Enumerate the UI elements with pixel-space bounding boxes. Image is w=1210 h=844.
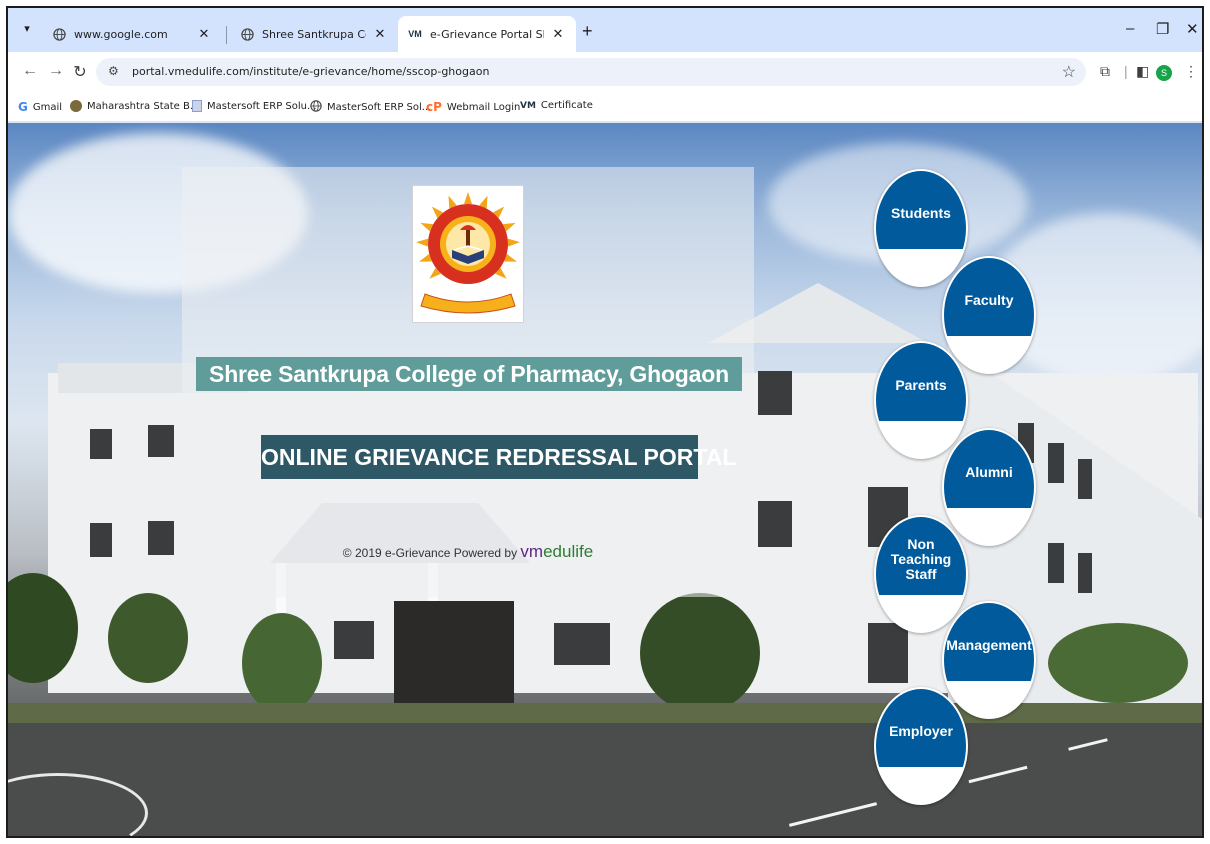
emblem-icon <box>70 100 82 112</box>
page-background: Shree Santkrupa College of Pharmacy, Gho… <box>8 123 1202 836</box>
menu-label: Employer <box>889 723 953 740</box>
building-window <box>148 521 174 555</box>
url-text: portal.vmedulife.com/institute/e-grievan… <box>132 65 490 78</box>
building-window <box>90 429 112 459</box>
copyright-text: © 2019 e-Grievance Powered by <box>342 546 518 560</box>
document-icon <box>192 100 202 112</box>
side-panel-icon[interactable]: ◧ <box>1136 63 1149 80</box>
college-name: Shree Santkrupa College of Pharmacy, Gho… <box>196 357 742 391</box>
reload-icon[interactable]: ↻ <box>70 62 90 82</box>
building-window <box>1048 443 1064 483</box>
sanstha-emblem-icon <box>416 192 520 314</box>
menu-label: Alumni <box>965 464 1013 481</box>
road <box>8 723 1202 836</box>
restore-icon[interactable]: ❐ <box>1156 20 1169 38</box>
building-window <box>758 371 792 415</box>
extensions-icon[interactable]: ⧉ <box>1100 63 1110 80</box>
cpanel-icon: cP <box>426 100 442 114</box>
vmedulife-logo-a[interactable]: vm <box>520 542 543 561</box>
close-icon[interactable]: ✕ <box>550 26 566 42</box>
tree <box>108 593 188 683</box>
bookmark-label: Mastersoft ERP Solu... <box>207 100 317 112</box>
tree <box>640 593 760 713</box>
bookmark-certificate[interactable]: VM Certificate <box>520 100 593 111</box>
address-bar[interactable]: ⚙ portal.vmedulife.com/institute/e-griev… <box>96 58 1086 86</box>
tab-strip: ▾ www.google.com ✕ Shree Santkrupa Colle… <box>8 8 1202 52</box>
bookmark-mastersoft-2[interactable]: MasterSoft ERP Sol... <box>310 100 431 115</box>
tab-title: Shree Santkrupa College of Pha <box>262 27 366 41</box>
tab-title: www.google.com <box>74 27 168 41</box>
tab-title: e-Grievance Portal Shree Santk <box>430 27 544 41</box>
vmedulife-icon: VM <box>408 29 422 39</box>
building-window <box>148 425 174 457</box>
building-window <box>1048 543 1064 583</box>
bookmark-label: MasterSoft ERP Sol... <box>327 102 432 113</box>
building-window <box>554 623 610 665</box>
tab-search-chevron-icon[interactable]: ▾ <box>18 20 36 38</box>
close-icon[interactable]: ✕ <box>196 26 212 42</box>
college-logo <box>412 185 524 323</box>
building-window <box>868 623 908 683</box>
tab-egrievance[interactable]: VM e-Grievance Portal Shree Santk ✕ <box>398 16 576 52</box>
vmedulife-icon: VM <box>520 100 536 111</box>
portal-title: ONLINE GRIEVANCE REDRESSAL PORTAL <box>261 435 736 479</box>
close-icon[interactable]: ✕ <box>372 26 388 42</box>
bookmark-gmail[interactable]: G Gmail <box>18 100 62 114</box>
google-g-icon: G <box>18 100 28 114</box>
entrance-door <box>394 601 514 711</box>
bookmark-webmail[interactable]: cP Webmail Login <box>426 100 520 114</box>
tab-college[interactable]: Shree Santkrupa College of Pha ✕ <box>230 16 398 52</box>
vmedulife-logo-b[interactable]: edulife <box>543 542 593 561</box>
menu-label: Management <box>946 637 1032 654</box>
tree <box>242 613 322 713</box>
menu-label: Non Teaching Staff <box>890 536 952 583</box>
menu-label: Parents <box>895 377 947 394</box>
globe-icon <box>52 27 66 41</box>
bookmark-label: Webmail Login <box>446 101 521 113</box>
building-window <box>1078 459 1092 499</box>
browser-window: ▾ www.google.com ✕ Shree Santkrupa Colle… <box>6 6 1204 838</box>
hero-panel: Shree Santkrupa College of Pharmacy, Gho… <box>182 167 754 597</box>
menu-label: Students <box>891 205 951 222</box>
tree <box>1048 623 1188 703</box>
site-info-icon[interactable]: ⚙ <box>108 64 119 78</box>
bookmark-star-icon[interactable]: ☆ <box>1062 62 1076 82</box>
browser-toolbar: ← → ↻ ⚙ portal.vmedulife.com/institute/e… <box>8 52 1202 92</box>
globe-icon <box>240 27 254 41</box>
tab-google[interactable]: www.google.com ✕ <box>42 16 222 52</box>
powered-by-footer: © 2019 e-Grievance Powered by vmedulife <box>182 542 754 562</box>
building-window <box>758 501 792 547</box>
menu-label: Faculty <box>964 292 1014 309</box>
new-tab-button[interactable]: + <box>582 22 593 40</box>
profile-avatar[interactable]: S <box>1156 65 1172 81</box>
building-window <box>90 523 112 557</box>
minimize-icon[interactable]: – <box>1126 20 1134 37</box>
bookmark-mastersoft-1[interactable]: Mastersoft ERP Solu... <box>192 100 317 112</box>
forward-arrow-icon[interactable]: → <box>46 62 66 80</box>
menu-employer-button[interactable]: Employer <box>874 687 968 805</box>
building-window <box>334 621 374 659</box>
building-window <box>1078 553 1092 593</box>
bookmark-label: Gmail <box>32 101 63 113</box>
bookmarks-bar: G Gmail Maharashtra State B... Mastersof… <box>8 92 1202 122</box>
close-window-icon[interactable]: ✕ <box>1186 20 1199 38</box>
bookmark-label: Certificate <box>540 100 593 111</box>
menu-kebab-icon[interactable]: ⋮ <box>1184 63 1198 80</box>
bookmark-maharashtra[interactable]: Maharashtra State B... <box>70 100 199 112</box>
globe-icon <box>310 100 322 115</box>
bookmark-label: Maharashtra State B... <box>87 100 200 112</box>
toolbar-divider: | <box>1124 63 1128 79</box>
back-arrow-icon[interactable]: ← <box>20 62 40 80</box>
tab-divider <box>226 26 227 44</box>
